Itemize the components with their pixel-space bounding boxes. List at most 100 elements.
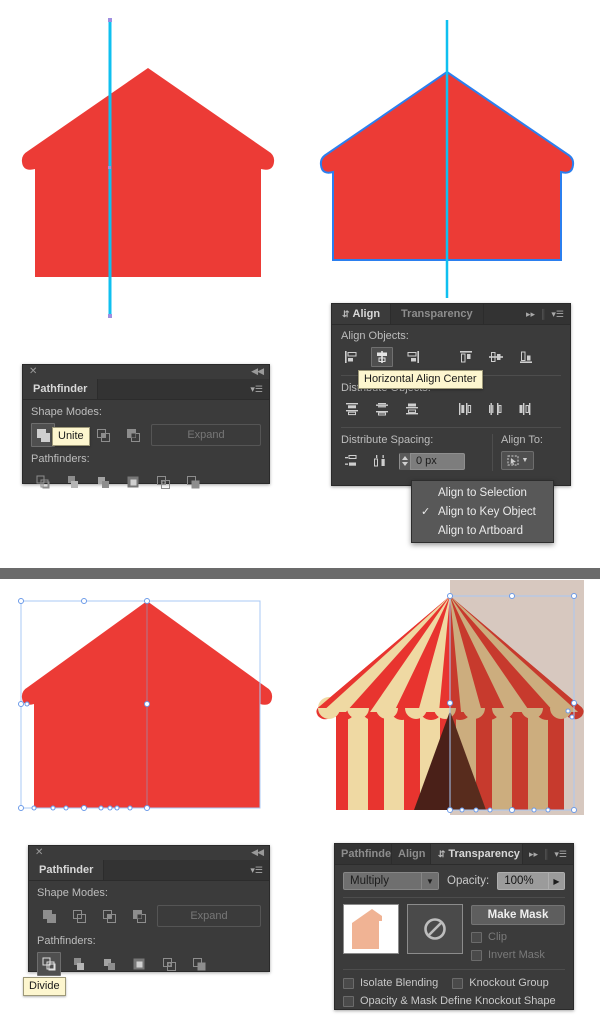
vertical-distribute-center-button[interactable] bbox=[371, 399, 393, 419]
spacing-stepper[interactable] bbox=[400, 452, 411, 470]
chevron-down-icon[interactable]: ▼ bbox=[421, 873, 438, 889]
unite-button[interactable] bbox=[37, 904, 61, 928]
vertical-distribute-spacing-button[interactable] bbox=[341, 451, 363, 471]
transparency-panel[interactable]: Pathfinde Align ⇵ Transparency ▸▸ ║ ▾☰ M… bbox=[334, 843, 574, 1010]
panel-content: Shape Modes: Expand Pathfinders: bbox=[23, 400, 269, 502]
collapse-icon[interactable]: ◀◀ bbox=[251, 847, 264, 858]
tab-align[interactable]: Align bbox=[392, 844, 431, 864]
align-panel[interactable]: ⇵ Align Transparency ▸▸ ║ ▾☰ Align Objec… bbox=[331, 303, 571, 486]
make-mask-label: Make Mask bbox=[487, 909, 549, 921]
menu-item-align-to-selection[interactable]: Align to Selection bbox=[412, 483, 553, 502]
tab-pathfinder[interactable]: Pathfinder bbox=[29, 860, 105, 880]
close-icon[interactable]: ✕ bbox=[29, 366, 37, 377]
stepper-up-icon[interactable] bbox=[402, 456, 408, 460]
tab-pathfinder[interactable]: Pathfinder bbox=[23, 379, 99, 399]
object-thumbnail[interactable] bbox=[343, 904, 399, 954]
panel-menu-icon[interactable]: ▾☰ bbox=[244, 379, 269, 399]
panel-titlebar[interactable]: ✕ ◀◀ bbox=[23, 365, 269, 379]
intersect-button[interactable] bbox=[97, 904, 121, 928]
outline-button[interactable] bbox=[151, 470, 175, 494]
exclude-button[interactable] bbox=[121, 423, 145, 447]
intersect-button[interactable] bbox=[91, 423, 115, 447]
divide-button[interactable] bbox=[31, 470, 55, 494]
tab-label: Pathfinder bbox=[33, 383, 88, 395]
mask-thumbnail[interactable] bbox=[407, 904, 463, 954]
close-icon[interactable]: ✕ bbox=[35, 847, 43, 858]
crop-button[interactable] bbox=[127, 952, 151, 976]
distribute-spacing-row[interactable]: 0 px bbox=[341, 451, 484, 471]
trim-button[interactable] bbox=[61, 470, 85, 494]
menu-item-align-to-artboard[interactable]: Align to Artboard bbox=[412, 521, 553, 540]
distribute-objects-row[interactable] bbox=[341, 399, 561, 419]
divide-button[interactable] bbox=[37, 952, 61, 976]
horizontal-distribute-spacing-button[interactable] bbox=[370, 451, 392, 471]
panel-menu-icon[interactable]: ▾☰ bbox=[551, 309, 564, 320]
outline-button[interactable] bbox=[157, 952, 181, 976]
tab-pathfinder[interactable]: Pathfinde bbox=[335, 844, 392, 864]
panel-menu-icon[interactable]: ▾☰ bbox=[244, 860, 269, 880]
horizontal-align-center-button[interactable] bbox=[371, 347, 393, 367]
horizontal-distribute-left-button[interactable] bbox=[455, 399, 477, 419]
panel-titlebar[interactable]: ✕ ◀◀ bbox=[29, 846, 269, 860]
pathfinders-row[interactable] bbox=[31, 470, 261, 494]
distribute-spacing-block: Distribute Spacing: 0 px bbox=[341, 434, 484, 471]
expand-button[interactable]: Expand bbox=[151, 424, 261, 446]
isolate-blending-checkbox[interactable] bbox=[343, 977, 354, 989]
pathfinders-row[interactable] bbox=[37, 952, 261, 976]
panel-tab-row[interactable]: Pathfinder ▾☰ bbox=[29, 860, 269, 881]
spacing-value: 0 px bbox=[416, 455, 437, 467]
merge-button[interactable] bbox=[97, 952, 121, 976]
vertical-distribute-top-button[interactable] bbox=[341, 399, 363, 419]
pathfinder-panel-top[interactable]: ✕ ◀◀ Pathfinder ▾☰ Shape Modes: Expand P… bbox=[22, 364, 270, 489]
panel-menu-icon[interactable]: ▾☰ bbox=[554, 849, 567, 860]
minus-back-button[interactable] bbox=[181, 470, 205, 494]
opacity-field[interactable]: 100% ▶ bbox=[497, 872, 565, 890]
stepper-down-icon[interactable] bbox=[402, 462, 408, 466]
minus-front-button[interactable] bbox=[67, 904, 91, 928]
isolate-blending-row[interactable]: Isolate Blending bbox=[343, 977, 438, 989]
checkmark-icon: ✓ bbox=[421, 506, 431, 518]
opacity-flyout-icon[interactable]: ▶ bbox=[548, 873, 564, 889]
blend-mode-select[interactable]: Multiply ▼ bbox=[343, 872, 439, 890]
expand-button[interactable]: Expand bbox=[157, 905, 261, 927]
horizontal-align-right-button[interactable] bbox=[401, 347, 423, 367]
knockout-group-row[interactable]: Knockout Group bbox=[452, 977, 549, 989]
knockout-group-checkbox[interactable] bbox=[452, 977, 464, 989]
exclude-button[interactable] bbox=[127, 904, 151, 928]
tab-align[interactable]: ⇵ Align bbox=[332, 304, 392, 324]
vertical-align-center-button[interactable] bbox=[485, 347, 507, 367]
panel-tab-row[interactable]: Pathfinde Align ⇵ Transparency ▸▸ ║ ▾☰ bbox=[335, 844, 573, 865]
spacing-field[interactable]: 0 px bbox=[399, 452, 465, 470]
panel-tab-row[interactable]: ⇵ Align Transparency ▸▸ ║ ▾☰ bbox=[332, 304, 570, 325]
knockout-shape-row[interactable]: Opacity & Mask Define Knockout Shape bbox=[343, 995, 565, 1007]
horizontal-align-left-button[interactable] bbox=[341, 347, 363, 367]
tab-transparency[interactable]: ⇵ Transparency bbox=[430, 844, 523, 864]
align-objects-row[interactable] bbox=[341, 347, 561, 367]
clip-checkbox[interactable] bbox=[471, 931, 482, 943]
menu-item-align-to-key-object[interactable]: ✓ Align to Key Object bbox=[412, 502, 553, 521]
vertical-align-top-button[interactable] bbox=[455, 347, 477, 367]
vertical-distribute-bottom-button[interactable] bbox=[401, 399, 423, 419]
crop-button[interactable] bbox=[121, 470, 145, 494]
clip-checkbox-row[interactable]: Clip bbox=[471, 931, 565, 943]
double-chevron-right-icon[interactable]: ▸▸ bbox=[529, 849, 538, 860]
vertical-align-bottom-button[interactable] bbox=[515, 347, 537, 367]
collapse-icon[interactable]: ◀◀ bbox=[251, 366, 264, 377]
shape-modes-row[interactable]: Expand bbox=[37, 904, 261, 928]
knockout-shape-checkbox[interactable] bbox=[343, 995, 354, 1007]
trim-button[interactable] bbox=[67, 952, 91, 976]
invert-mask-checkbox[interactable] bbox=[471, 949, 482, 961]
invert-mask-checkbox-row[interactable]: Invert Mask bbox=[471, 949, 565, 961]
horizontal-distribute-right-button[interactable] bbox=[515, 399, 537, 419]
make-mask-button[interactable]: Make Mask bbox=[471, 905, 565, 925]
align-to-dropdown-menu[interactable]: Align to Selection ✓ Align to Key Object… bbox=[411, 480, 554, 543]
pathfinder-panel-bottom[interactable]: ✕ ◀◀ Pathfinder ▾☰ Shape Modes: Expand P… bbox=[23, 845, 270, 996]
minus-back-button[interactable] bbox=[187, 952, 211, 976]
align-to-button[interactable]: ▼ bbox=[501, 451, 534, 470]
panel-tab-row[interactable]: Pathfinder ▾☰ bbox=[23, 379, 269, 400]
tab-transparency[interactable]: Transparency bbox=[391, 304, 484, 324]
merge-button[interactable] bbox=[91, 470, 115, 494]
horizontal-distribute-center-button[interactable] bbox=[485, 399, 507, 419]
chevron-down-icon[interactable]: ▼ bbox=[522, 457, 529, 464]
double-chevron-right-icon[interactable]: ▸▸ bbox=[526, 309, 535, 320]
